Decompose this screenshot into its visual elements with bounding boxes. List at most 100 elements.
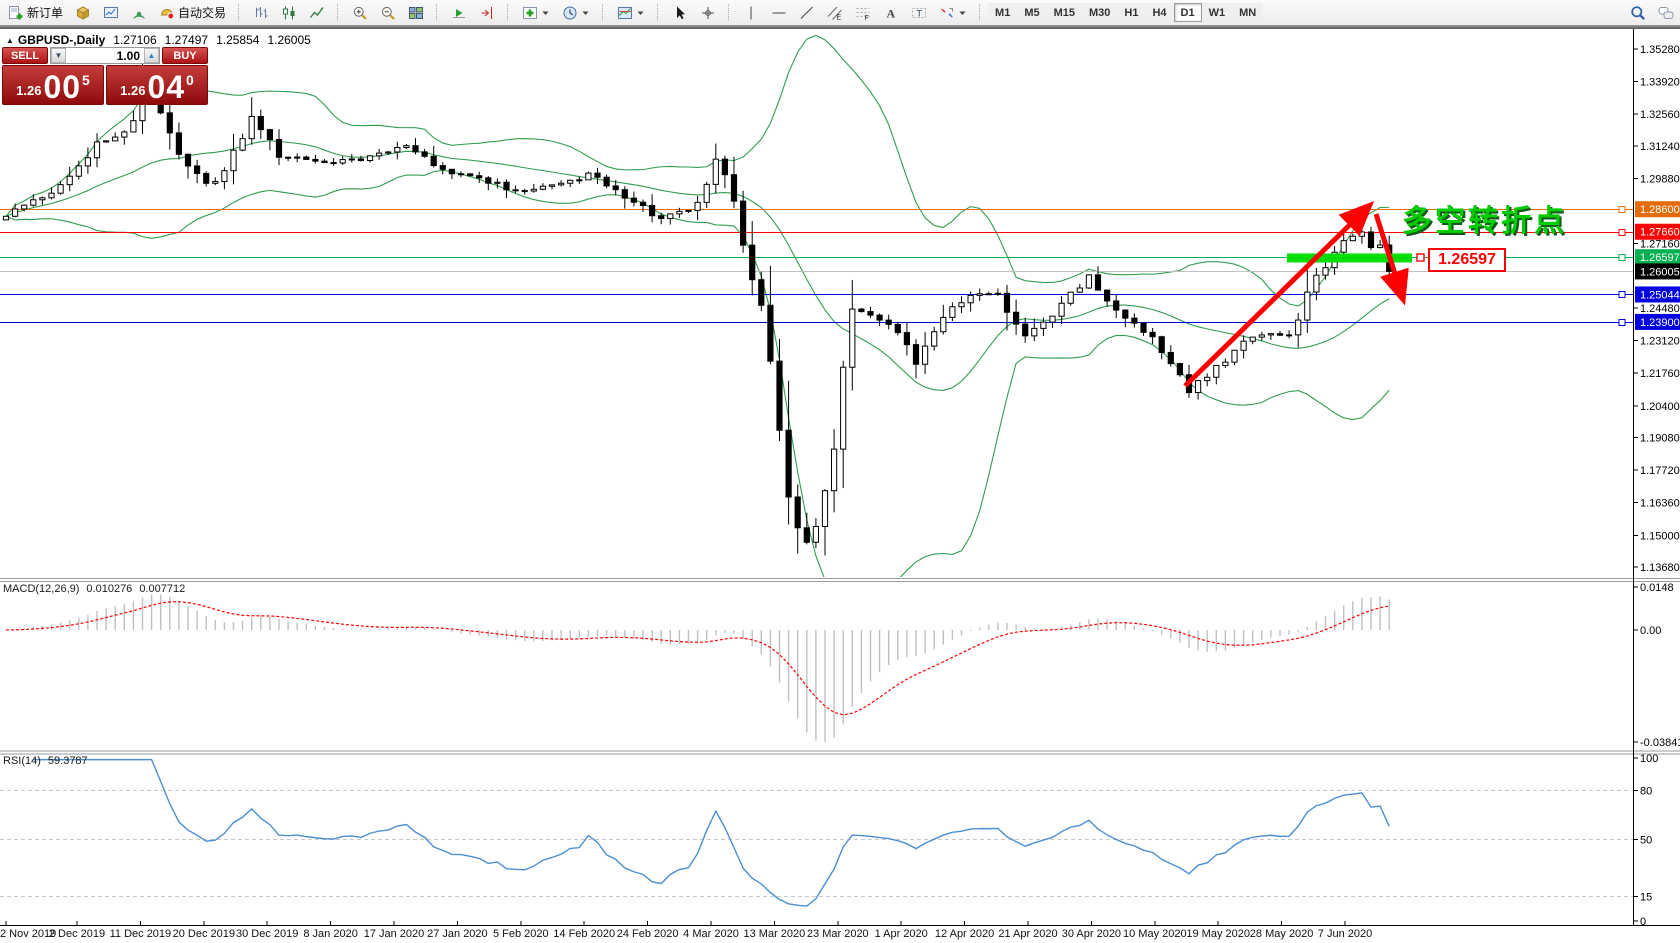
time-axis-label: 28 May 2020 (1250, 928, 1314, 940)
time-axis-label: 23 Mar 2020 (807, 928, 869, 940)
auto-trading-button-label: 自动交易 (178, 4, 226, 21)
timeframe-m1-button[interactable]: M1 (988, 3, 1017, 22)
auto-trading-icon (159, 5, 175, 21)
price-tick: 1.17720 (1640, 465, 1680, 477)
timeframe-mn-button[interactable]: MN (1232, 3, 1263, 22)
volume-increase-button[interactable]: ▲ (144, 48, 159, 63)
sell-button[interactable]: SELL (2, 47, 48, 64)
turning-point-annotation[interactable]: 多空转折点 (1402, 196, 1567, 240)
toolbar-separator (0, 25, 1680, 29)
timeframe-h4-button[interactable]: H4 (1145, 3, 1173, 22)
label-button[interactable]: T (906, 2, 932, 23)
time-axis-label: 24 Feb 2020 (617, 928, 679, 940)
signals-icon (131, 5, 147, 21)
time-axis[interactable]: 2 Nov 20192 Dec 201911 Dec 201920 Dec 20… (0, 926, 1680, 943)
horizontal-line-button[interactable] (766, 2, 792, 23)
volume-decrease-button[interactable]: ▼ (51, 48, 66, 63)
trendline-icon (799, 5, 815, 21)
toolbar-group-separator (436, 4, 441, 21)
rsi-tick: 50 (1640, 835, 1652, 847)
timeframe-m30-button[interactable]: M30 (1082, 3, 1117, 22)
tile-windows-button[interactable] (403, 2, 429, 23)
arrows-button[interactable] (934, 2, 972, 23)
chart-candles-button[interactable] (276, 2, 302, 23)
templates-button[interactable] (612, 2, 650, 23)
price-tick: 1.16360 (1640, 498, 1680, 510)
cursor-button[interactable] (667, 2, 693, 23)
time-axis-label: 10 May 2020 (1123, 928, 1187, 940)
chat-button[interactable] (1653, 2, 1679, 23)
time-axis-label: 20 Dec 2019 (173, 928, 235, 940)
svg-text:F: F (865, 15, 869, 21)
channel-button[interactable]: E (822, 2, 848, 23)
time-axis-label: 30 Dec 2019 (236, 928, 298, 940)
data-window-button[interactable] (98, 2, 124, 23)
chart-line-button[interactable] (304, 2, 330, 23)
price-tick: 1.21760 (1640, 368, 1680, 380)
text-button[interactable]: A (878, 2, 904, 23)
vertical-line-button[interactable] (738, 2, 764, 23)
svg-text:T: T (917, 8, 923, 18)
timeframe-w1-button[interactable]: W1 (1202, 3, 1233, 22)
new-order-icon (8, 5, 24, 21)
time-axis-label: 5 Feb 2020 (493, 928, 549, 940)
time-axis-label: 13 Mar 2020 (744, 928, 806, 940)
macd-label: MACD(12,26,9)0.0102760.007712 (3, 583, 185, 595)
chart-canvas[interactable]: 1.352801.339201.325601.312401.298801.271… (0, 0, 1680, 943)
toolbar: 新订单 自动交易 E F A T M1M5M15M30H1H4D1W1MN (0, 0, 1680, 25)
volume-stepper: ▼ ▲ (50, 47, 160, 64)
volume-input[interactable] (66, 48, 144, 63)
chat-icon (1658, 5, 1674, 21)
fibonacci-button[interactable]: F (850, 2, 876, 23)
toolbar-group-separator (657, 4, 662, 21)
time-axis-label: 21 Apr 2020 (998, 928, 1057, 940)
time-axis-label: 19 May 2020 (1186, 928, 1250, 940)
timeframe-d1-button[interactable]: D1 (1174, 3, 1202, 22)
chevron-down-icon (581, 5, 590, 21)
zoom-out-icon (380, 5, 396, 21)
hline-icon (771, 5, 787, 21)
price-tick: 1.32560 (1640, 109, 1680, 121)
zoom-in-button[interactable] (347, 2, 373, 23)
timeframe-h1-button[interactable]: H1 (1117, 3, 1145, 22)
trendline-button[interactable] (794, 2, 820, 23)
crosshair-button[interactable] (695, 2, 721, 23)
toolbar-group-separator (728, 4, 733, 21)
price-badge-label: 1.26005 (1640, 266, 1680, 278)
toolbar-group-separator (238, 4, 243, 21)
timeframe-m15-button[interactable]: M15 (1047, 3, 1082, 22)
price-tick: 1.24480 (1640, 303, 1680, 315)
chart-shift-button[interactable] (474, 2, 500, 23)
indicators-button[interactable] (517, 2, 555, 23)
chart-shift-icon (479, 5, 495, 21)
market-watch-icon (75, 5, 91, 21)
market-watch-button[interactable] (70, 2, 96, 23)
new-order-button[interactable]: 新订单 (3, 2, 68, 23)
buy-button[interactable]: BUY (162, 47, 208, 64)
periods-button[interactable] (557, 2, 595, 23)
buy-price[interactable]: 1.26040 (106, 65, 208, 105)
auto-trading-button[interactable]: 自动交易 (154, 2, 231, 23)
chart-window-icon: ▲ (6, 36, 14, 45)
time-axis-label: 4 Mar 2020 (683, 928, 739, 940)
chevron-down-icon (958, 5, 967, 21)
arrows-icon (939, 5, 955, 21)
new-order-button-label: 新订单 (27, 4, 63, 21)
one-click-trading-panel: SELL ▼ ▲ BUY 1.26005 1.26040 (2, 47, 208, 105)
price-badge-label: 1.27660 (1640, 227, 1680, 239)
sell-price[interactable]: 1.26005 (2, 65, 104, 105)
time-axis-label: 27 Jan 2020 (427, 928, 488, 940)
macd-tick: -0.038415 (1640, 737, 1680, 749)
auto-scroll-button[interactable] (446, 2, 472, 23)
rsi-label: RSI(14)59.3787 (3, 755, 88, 767)
chart-bars-button[interactable] (248, 2, 274, 23)
cursor-icon (672, 5, 688, 21)
price-tick: 1.15000 (1640, 530, 1680, 542)
ohlc-high: 1.27497 (165, 33, 208, 47)
timeframe-m5-button[interactable]: M5 (1017, 3, 1046, 22)
signals-button[interactable] (126, 2, 152, 23)
zoom-out-button[interactable] (375, 2, 401, 23)
search-button[interactable] (1625, 2, 1651, 23)
price-tag-label[interactable]: 1.26597 (1428, 248, 1506, 272)
toolbar-group-separator (602, 4, 607, 21)
